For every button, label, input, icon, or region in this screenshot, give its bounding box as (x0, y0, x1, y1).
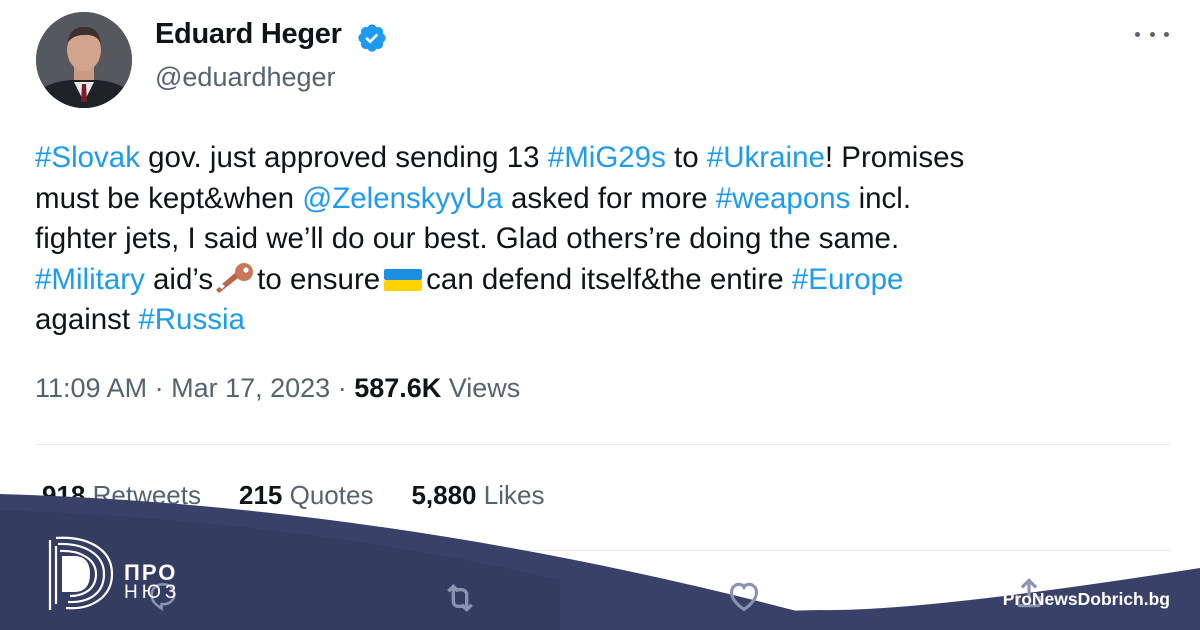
tweet-text-segment: aid’s (144, 262, 214, 296)
views-label: Views (441, 373, 521, 403)
tweet-text-segment: ! Promises (824, 141, 965, 174)
hashtag-link[interactable]: #Russia (138, 303, 245, 336)
tweet-line: fighter jets, I said we’ll do our best. … (35, 219, 1155, 260)
divider (35, 444, 1170, 445)
tweet-line: #Military aid’s to ensure can defend itsel… (35, 260, 1155, 301)
like-icon[interactable] (724, 576, 764, 616)
hashtag-link[interactable]: #weapons (716, 182, 851, 215)
tweet-date[interactable]: Mar 17, 2023 (171, 373, 330, 403)
site-url[interactable]: ProNewsDobrich.bg (1003, 589, 1170, 610)
tweet-text-segment: must be kept&when (35, 181, 303, 215)
tweet-text-segment: incl. (850, 181, 912, 215)
tweet-line: against #Russia (35, 300, 1155, 341)
tweet-text-segment: to ensure (257, 262, 381, 296)
hashtag-link[interactable]: #Europe (792, 263, 904, 296)
tweet-text-segment: can defend itself&the entire (426, 262, 792, 296)
divider (35, 550, 1170, 551)
tweet-text-segment: against (35, 303, 139, 336)
likes-stat[interactable]: 5,880 Likes (411, 480, 544, 511)
tweet-text-segment: fighter jets, I said we’ll do our best. … (35, 222, 900, 255)
author-name[interactable]: Eduard Heger (155, 18, 342, 51)
author-avatar[interactable] (36, 12, 132, 108)
ukraine-flag-icon (384, 268, 423, 291)
tweet-stats: 918 Retweets 215 Quotes 5,880 Likes (42, 480, 582, 511)
more-options-icon[interactable] (1135, 22, 1169, 46)
tweet-meta: 11:09 AM · Mar 17, 2023 · 587.6K Views (35, 373, 521, 403)
hashtag-link[interactable]: #Military (35, 263, 145, 296)
tweet-text: #Slovak gov. just approved sending 13 #M… (35, 138, 1155, 341)
tweet-time[interactable]: 11:09 AM (35, 373, 147, 403)
views-count: 587.6K (354, 373, 442, 403)
quotes-stat[interactable]: 215 Quotes (239, 480, 373, 511)
brand-logo-text-bottom: НЮЗ (124, 582, 181, 603)
retweet-icon[interactable] (440, 578, 480, 618)
tweet-line: #Slovak gov. just approved sending 13 #M… (35, 138, 1155, 179)
mention-link[interactable]: @ZelenskyyUa (302, 182, 502, 215)
key-emoji-icon (216, 262, 254, 293)
tweet-text-segment: to (665, 141, 707, 174)
tweet-text-segment: asked for more (502, 181, 716, 215)
tweet-text-segment: gov. just approved sending 13 (139, 141, 548, 174)
tweet-line: must be kept&when @ZelenskyyUa asked for… (35, 179, 1155, 220)
pronews-logo-icon (48, 536, 114, 610)
hashtag-link[interactable]: #Ukraine (707, 141, 825, 174)
verified-badge-icon (358, 24, 386, 52)
retweets-stat[interactable]: 918 Retweets (42, 480, 201, 511)
hashtag-link[interactable]: #MiG29s (548, 141, 666, 174)
author-handle[interactable]: @eduardheger (155, 62, 336, 93)
hashtag-link[interactable]: #Slovak (35, 141, 140, 174)
